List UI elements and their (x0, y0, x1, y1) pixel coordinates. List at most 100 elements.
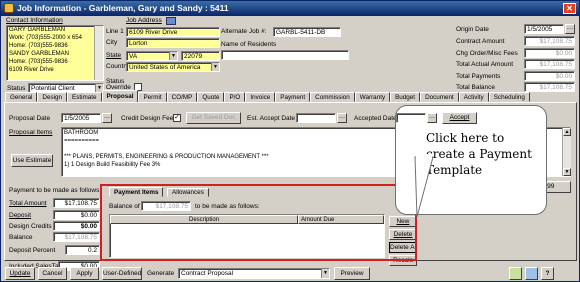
chg-fees-field: $0.00 (524, 48, 575, 58)
tab-general[interactable]: General (5, 92, 38, 102)
origin-date-field[interactable]: 1/5/2005 (524, 24, 564, 34)
map-icon[interactable] (166, 17, 176, 25)
apply-button[interactable]: Apply (70, 267, 99, 280)
tab-design[interactable]: Design (37, 92, 68, 102)
est-accept-date-field[interactable] (296, 113, 336, 123)
city-field[interactable]: Lorton (126, 38, 220, 48)
tab-co-mp[interactable]: CO/MP (166, 92, 198, 102)
scroll-up-icon[interactable]: ▲ (563, 128, 571, 136)
chg-fees-label: Chg Order/Misc Fees (456, 50, 518, 57)
accepted-date-field[interactable] (396, 113, 426, 123)
generate-label: Generate (147, 270, 175, 277)
proposal-items-scrollbar[interactable]: ▲ ▼ (562, 128, 571, 176)
est-accept-date-picker-button[interactable]: … (337, 113, 347, 123)
proposal-date-field[interactable]: 1/5/2005 (61, 113, 101, 123)
accepted-date-label: Accepted Date (354, 115, 397, 122)
total-amount-field[interactable]: $17,108.75 (53, 198, 100, 208)
deposit-field[interactable]: $0.00 (53, 210, 100, 220)
job-info-window: Job Information - Garbleman, Gary and Sa… (0, 0, 580, 282)
total-actual-label: Total Actual Amount (456, 61, 514, 68)
callout-text: Click here to create a Payment Template (426, 131, 532, 177)
cancel-button[interactable]: Cancel (38, 267, 67, 280)
alt-job-field[interactable]: GARBL-5411-DB (273, 27, 341, 37)
residents-field[interactable] (221, 50, 349, 60)
origin-date-picker-button[interactable]: … (565, 24, 575, 34)
state-value: VA (129, 53, 138, 60)
tab-warranty[interactable]: Warranty (354, 92, 391, 102)
contact-info-box[interactable]: GARY GARBLEMAN Work: (703)555-2000 x 654… (6, 25, 104, 81)
design-credits-field: $0.00 (53, 221, 100, 231)
tab-quote[interactable]: Quote (197, 92, 225, 102)
document-icon[interactable] (509, 267, 522, 280)
update-button[interactable]: Update (5, 267, 35, 280)
tab-commission[interactable]: Commission (310, 92, 355, 102)
proposal-items-label[interactable]: Proposal Items (9, 129, 52, 136)
balance-field: $17,108.75 (53, 232, 100, 242)
total-payments-label: Total Payments (456, 73, 501, 80)
highlight-box (100, 184, 417, 261)
contact-line: 6109 River Drive (9, 67, 54, 73)
country-select[interactable]: United States of America ▼ (126, 62, 220, 72)
total-balance-label: Total Balance (456, 84, 496, 91)
contract-amount-label: Contract Amount (456, 38, 505, 45)
calculator-icon[interactable] (525, 267, 538, 280)
zip-field[interactable]: 22079 (181, 51, 220, 61)
alt-job-label: Alternate Job #: (221, 28, 267, 35)
total-actual-field: $17,108.75 (524, 59, 575, 69)
contact-line: GARY GARBLEMAN (9, 27, 66, 33)
tab-scheduling[interactable]: Scheduling (488, 92, 530, 102)
state-label[interactable]: State (106, 52, 121, 59)
line1-field[interactable]: 6109 River Drive (126, 27, 220, 37)
title-bar: Job Information - Garbleman, Gary and Sa… (1, 1, 579, 16)
callout-pointer (414, 154, 434, 218)
city-label: City (106, 39, 118, 46)
job-address-label[interactable]: Job Address (126, 17, 162, 24)
contact-info-label[interactable]: Contact Information (6, 17, 63, 24)
tab-invoice[interactable]: Invoice (245, 92, 276, 102)
tab-po[interactable]: P/O (224, 92, 246, 102)
deposit-percent-label: Deposit Percent (9, 247, 56, 254)
get-saved-doc-button[interactable]: Get Saved Doc (186, 112, 241, 124)
tab-permit[interactable]: Permit (138, 92, 167, 102)
user-defined-button[interactable]: User-Defined (102, 267, 142, 280)
preview-button[interactable]: Preview (334, 267, 370, 280)
tab-budget[interactable]: Budget (390, 92, 421, 102)
status-value: Potential Client (31, 85, 75, 92)
close-icon[interactable]: ✕ (563, 3, 576, 14)
line1-label: Line 1 (106, 28, 124, 35)
deposit-label: Deposit (9, 212, 32, 219)
tab-activity[interactable]: Activity (458, 92, 489, 102)
contact-line: Home: (703)555-9836 (9, 43, 68, 49)
generate-select[interactable]: Contract Proposal ▼ (178, 268, 330, 279)
contract-amount-field: $17,108.75 (524, 36, 575, 46)
payment-intro-label: Payment to be made as follows: (9, 187, 102, 194)
help-button[interactable]: ? (541, 267, 554, 280)
app-icon (4, 3, 14, 13)
state-select[interactable]: VA ▼ (126, 51, 178, 61)
scroll-down-icon[interactable]: ▼ (563, 168, 571, 176)
tab-payment[interactable]: Payment (275, 92, 311, 102)
accept-button[interactable]: Accept (442, 112, 477, 124)
window-title: Job Information - Garbleman, Gary and Sa… (17, 3, 229, 13)
tab-proposal[interactable]: Proposal (101, 90, 139, 102)
design-credits-label: Design Credits (9, 223, 52, 230)
contact-scrollbar[interactable] (94, 26, 103, 80)
tab-bar: General Design Estimate Proposal Permit … (5, 90, 530, 102)
balance-label: Balance (9, 234, 33, 241)
tab-document[interactable]: Document (420, 92, 459, 102)
tab-estimate[interactable]: Estimate (67, 92, 102, 102)
deposit-percent-field[interactable]: 0.2 (65, 245, 100, 255)
status-label: Status (7, 85, 26, 92)
credit-design-fees-checkbox[interactable]: ✓ (173, 114, 181, 122)
chevron-down-icon[interactable]: ▼ (169, 52, 177, 60)
chevron-down-icon[interactable]: ▼ (211, 63, 219, 71)
credit-design-fees-label: Credit Design Fees (121, 115, 177, 122)
proposal-date-label: Proposal Date (9, 115, 51, 122)
total-amount-label: Total Amount (9, 200, 47, 207)
residents-label: Name of Residents (221, 41, 277, 48)
accept-button-label: Accept (449, 114, 470, 121)
use-estimate-button[interactable]: Use Estimate (11, 154, 53, 167)
accepted-date-picker-button[interactable]: … (427, 113, 437, 123)
chevron-down-icon[interactable]: ▼ (321, 269, 329, 278)
proposal-date-picker-button[interactable]: … (102, 113, 112, 123)
